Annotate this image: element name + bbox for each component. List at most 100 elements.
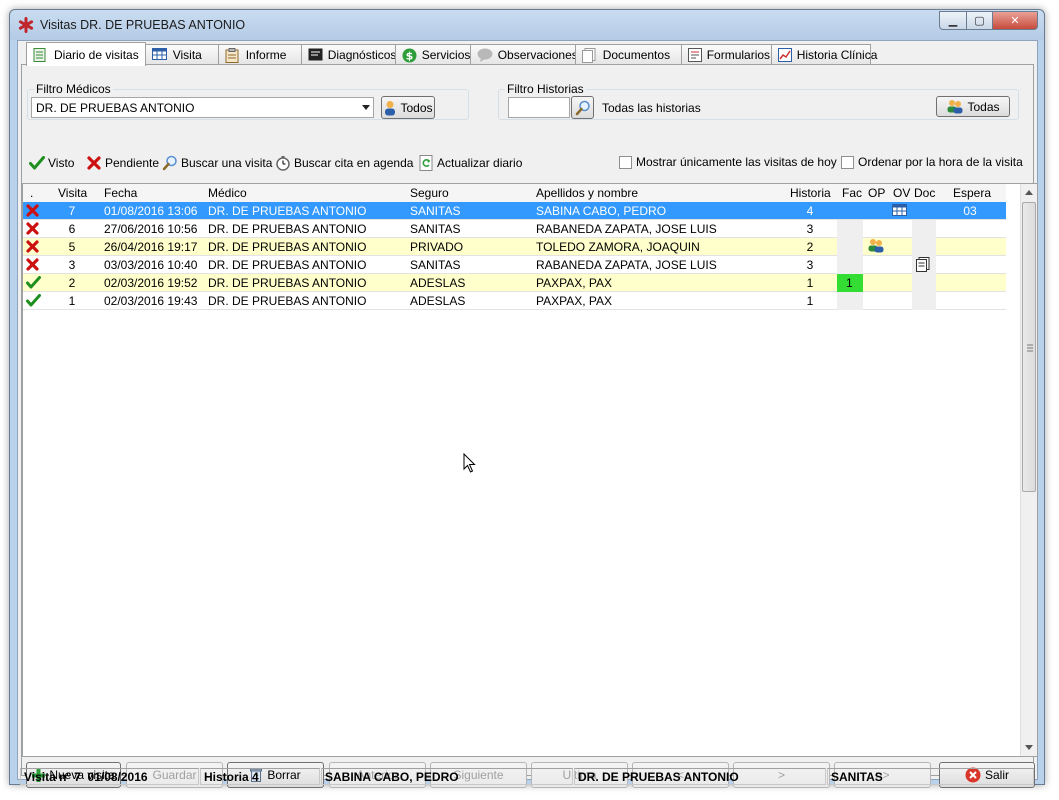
user-icon xyxy=(385,100,396,115)
cell-seguro: PRIVADO xyxy=(410,240,464,254)
medico-select-value: DR. DE PRUEBAS ANTONIO xyxy=(36,100,195,115)
grid-viewport: . Visita Fecha Médico Seguro Apellidos y… xyxy=(23,184,1006,756)
tab-observaciones[interactable]: Observaciones xyxy=(469,44,578,65)
actualizar-diario-button[interactable]: Actualizar diario xyxy=(418,155,522,171)
tab-label: Diagnósticos xyxy=(327,48,397,62)
col-historia[interactable]: Historia xyxy=(790,186,831,200)
scroll-up-arrow-icon[interactable] xyxy=(1025,190,1033,195)
cell-fecha: 02/03/2016 19:52 xyxy=(104,276,198,290)
col-seguro[interactable]: Seguro xyxy=(410,186,449,200)
cell-seguro: SANITAS xyxy=(410,258,461,272)
historia-input[interactable] xyxy=(508,97,570,118)
table-row[interactable]: 5 26/04/2016 19:17 DR. DE PRUEBAS ANTONIO P… xyxy=(23,238,1006,256)
visto-button[interactable]: Visto xyxy=(29,155,74,171)
status-paciente: SABINA CABO, PEDRO xyxy=(321,768,573,785)
col-doc[interactable]: Doc xyxy=(914,186,935,200)
scroll-down-arrow-icon[interactable] xyxy=(1025,745,1033,750)
checkmark-icon xyxy=(29,155,45,171)
vertical-scrollbar[interactable] xyxy=(1020,184,1037,756)
status-seguro: SANITAS xyxy=(827,768,1034,785)
pendiente-label: Pendiente xyxy=(105,156,160,170)
cell-medico: DR. DE PRUEBAS ANTONIO xyxy=(208,258,367,272)
visto-label: Visto xyxy=(48,156,75,170)
cell-visita: 1 xyxy=(68,294,76,308)
todas-button[interactable]: Todas xyxy=(936,96,1010,117)
buscar-cita-button[interactable]: Buscar cita en agenda xyxy=(275,155,413,171)
title-bar[interactable]: Visitas DR. DE PRUEBAS ANTONIO ▁ ▢ ✕ xyxy=(10,10,1044,40)
checkbox-box[interactable] xyxy=(841,155,854,169)
todas-label: Todas xyxy=(967,99,1000,114)
app-asterisk-icon xyxy=(18,17,34,33)
tab-label: Historia Clínica xyxy=(796,48,878,62)
tab-documentos[interactable]: Documentos xyxy=(574,44,682,65)
mostrar-hoy-checkbox[interactable]: Mostrar únicamente las visitas de hoy xyxy=(619,155,837,169)
row-status-visto-icon xyxy=(26,276,41,292)
tab-formularios[interactable]: Formularios xyxy=(680,44,772,65)
ordenar-hora-label: Ordenar por la hora de la visita xyxy=(858,155,1023,169)
diario-panel: Filtro Médicos DR. DE PRUEBAS ANTONIO To… xyxy=(21,64,1038,788)
table-row[interactable]: 1 02/03/2016 19:43 DR. DE PRUEBAS ANTONIO A… xyxy=(23,292,1006,310)
form-icon xyxy=(687,48,702,62)
tab-label: Observaciones xyxy=(497,48,578,62)
list-icon xyxy=(33,47,49,62)
tab-label: Informe xyxy=(245,48,287,62)
tab-visita[interactable]: Visita xyxy=(144,44,219,65)
cell-fac xyxy=(837,238,863,256)
users-icon xyxy=(947,100,963,114)
buscar-visita-button[interactable]: Buscar una visita xyxy=(162,155,272,171)
close-button[interactable]: ✕ xyxy=(992,11,1038,30)
tab-diagnosticos[interactable]: Diagnósticos xyxy=(300,44,397,65)
cell-medico: DR. DE PRUEBAS ANTONIO xyxy=(208,204,367,218)
col-fac[interactable]: Fac xyxy=(842,186,862,200)
chevron-down-icon xyxy=(362,105,370,110)
todos-button[interactable]: Todos xyxy=(381,96,435,119)
col-status[interactable]: . xyxy=(30,186,33,200)
table-row[interactable]: 2 02/03/2016 19:52 DR. DE PRUEBAS ANTONIO A… xyxy=(23,274,1006,292)
tab-servicios[interactable]: $ Servicios xyxy=(394,44,471,65)
table-row[interactable]: 3 03/03/2016 10:40 DR. DE PRUEBAS ANTONIO S… xyxy=(23,256,1006,274)
col-ov[interactable]: OV xyxy=(893,186,910,200)
pendiente-button[interactable]: Pendiente xyxy=(86,155,159,171)
ov-grid-icon xyxy=(892,204,907,219)
cell-historia: 4 xyxy=(806,204,814,218)
tab-historia-clinica[interactable]: Historia Clínica xyxy=(770,44,877,65)
cell-fecha: 26/04/2016 19:17 xyxy=(104,240,198,254)
col-fecha[interactable]: Fecha xyxy=(104,186,137,200)
cell-fac xyxy=(837,292,863,310)
documents-icon xyxy=(581,48,598,63)
speech-bubble-icon xyxy=(477,48,493,62)
buscar-visita-label: Buscar una visita xyxy=(181,156,273,170)
dollar-icon: $ xyxy=(402,48,417,63)
op-users-icon xyxy=(867,238,885,256)
table-row[interactable]: 6 27/06/2016 10:56 DR. DE PRUEBAS ANTONIO S… xyxy=(23,220,1006,238)
cell-historia: 3 xyxy=(806,258,814,272)
tab-label: Servicios xyxy=(421,48,471,62)
tab-diario-de-visitas[interactable]: Diario de visitas xyxy=(26,42,146,66)
col-espera[interactable]: Espera xyxy=(953,186,991,200)
table-row[interactable]: 7 01/08/2016 13:06 DR. DE PRUEBAS ANTONIO S… xyxy=(23,202,1006,220)
col-nombre[interactable]: Apellidos y nombre xyxy=(536,186,638,200)
search-icon xyxy=(162,155,178,171)
status-visita: Visita nº 7 01/08/2016 xyxy=(20,768,199,785)
toolbar: Visto Pendiente Buscar una visita Buscar… xyxy=(26,151,1029,175)
col-op[interactable]: OP xyxy=(868,186,885,200)
minimize-button[interactable]: ▁ xyxy=(939,11,966,30)
buscar-historia-button[interactable] xyxy=(571,96,594,119)
row-status-pendiente-icon xyxy=(26,222,39,238)
cell-visita: 6 xyxy=(68,222,76,236)
cell-doc xyxy=(912,292,936,310)
medico-select[interactable]: DR. DE PRUEBAS ANTONIO xyxy=(31,97,374,118)
cell-seguro: SANITAS xyxy=(410,204,461,218)
tab-label: Documentos xyxy=(602,48,671,62)
visitas-grid: . Visita Fecha Médico Seguro Apellidos y… xyxy=(22,183,1038,757)
tab-informe[interactable]: Informe xyxy=(217,44,302,65)
ordenar-hora-checkbox[interactable]: Ordenar por la hora de la visita xyxy=(841,155,1023,169)
window-title: Visitas DR. DE PRUEBAS ANTONIO xyxy=(40,18,246,32)
chart-icon xyxy=(777,48,792,62)
checkbox-box[interactable] xyxy=(619,155,632,169)
col-medico[interactable]: Médico xyxy=(208,186,247,200)
col-visita[interactable]: Visita xyxy=(58,186,87,200)
cell-seguro: SANITAS xyxy=(410,222,461,236)
maximize-button[interactable]: ▢ xyxy=(966,11,992,30)
scrollbar-thumb[interactable] xyxy=(1022,202,1036,492)
